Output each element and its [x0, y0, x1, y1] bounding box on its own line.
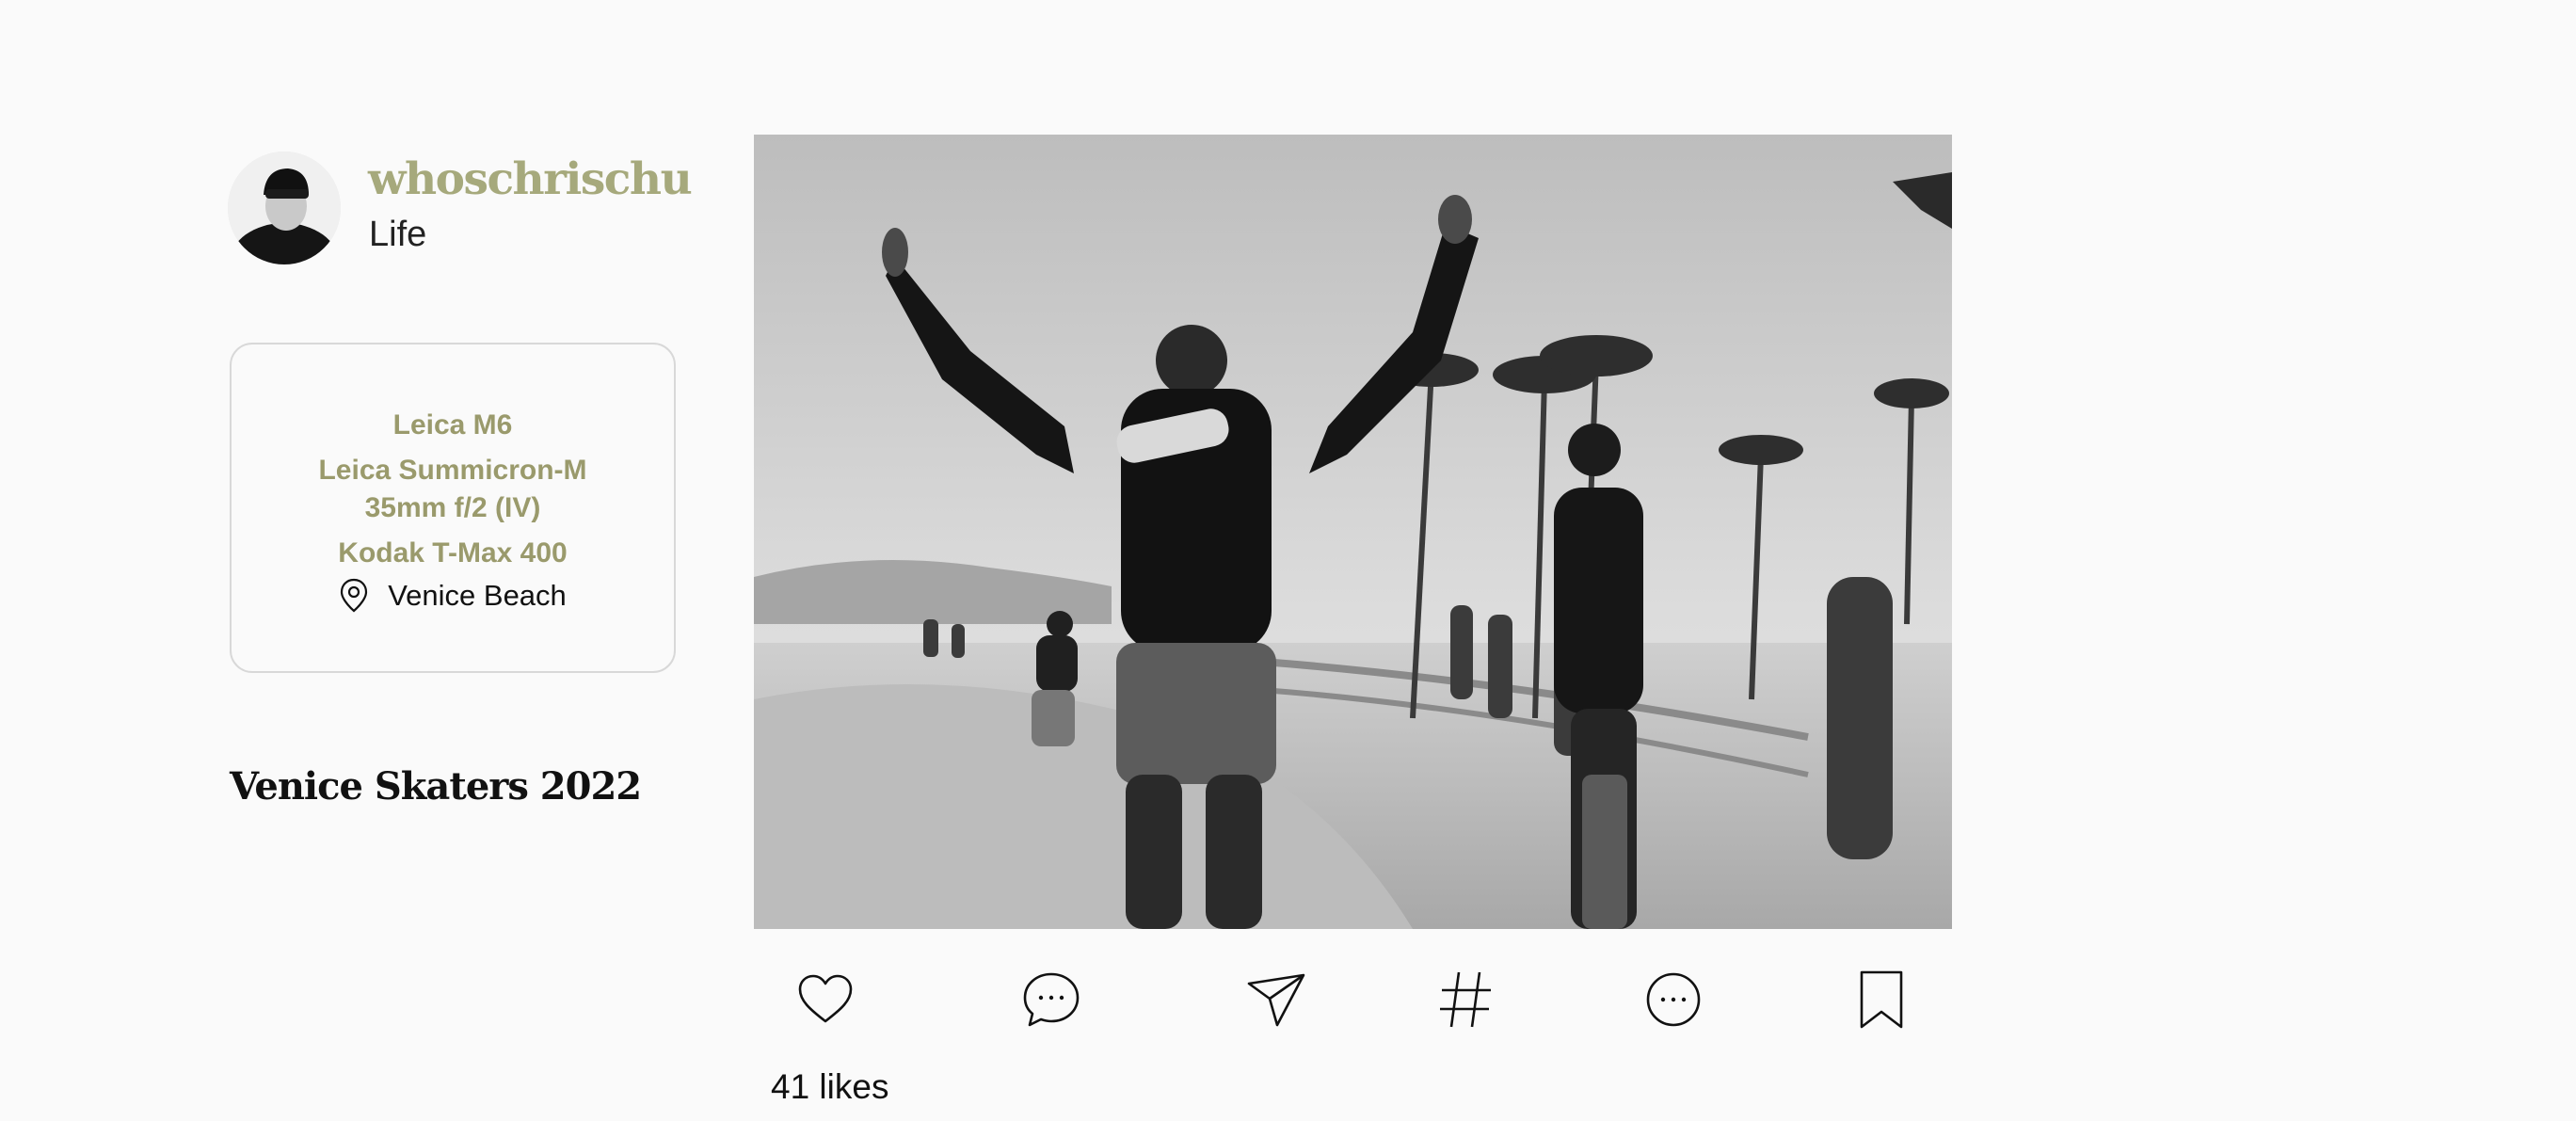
- avatar-image: [228, 152, 341, 264]
- film-label: Kodak T-Max 400: [338, 536, 568, 569]
- location[interactable]: Venice Beach: [339, 578, 567, 614]
- hashtag-button[interactable]: [1431, 965, 1500, 1034]
- post-title: Venice Skaters 2022: [230, 764, 642, 809]
- heart-icon: [798, 974, 853, 1023]
- comment-bubble-icon: [1023, 972, 1080, 1027]
- bookmark-icon: [1860, 970, 1903, 1029]
- paper-plane-icon: [1247, 973, 1305, 1027]
- likes-count[interactable]: 41 likes: [771, 1067, 888, 1107]
- profile-category: Life: [369, 215, 427, 254]
- save-button[interactable]: [1847, 965, 1916, 1034]
- like-button[interactable]: [791, 965, 860, 1034]
- hashtag-icon: [1440, 971, 1491, 1028]
- camera-label: Leica M6: [392, 408, 513, 440]
- location-label: Venice Beach: [388, 578, 567, 612]
- lens-label: Leica Summicron-M 35mm f/2 (IV): [318, 454, 587, 523]
- username[interactable]: whoschrischu: [368, 153, 693, 205]
- comment-button[interactable]: [1016, 965, 1086, 1034]
- post-actions: [754, 965, 1952, 1034]
- more-options-button[interactable]: [1639, 965, 1708, 1034]
- gear-info-card: Leica M6 Leica Summicron-M 35mm f/2 (IV)…: [230, 343, 676, 673]
- share-button[interactable]: [1241, 965, 1311, 1034]
- more-options-icon: [1646, 972, 1701, 1027]
- map-pin-icon: [341, 578, 368, 612]
- skate-park-photo: [754, 135, 1952, 929]
- avatar[interactable]: [228, 152, 341, 264]
- post-photo[interactable]: [754, 135, 1952, 929]
